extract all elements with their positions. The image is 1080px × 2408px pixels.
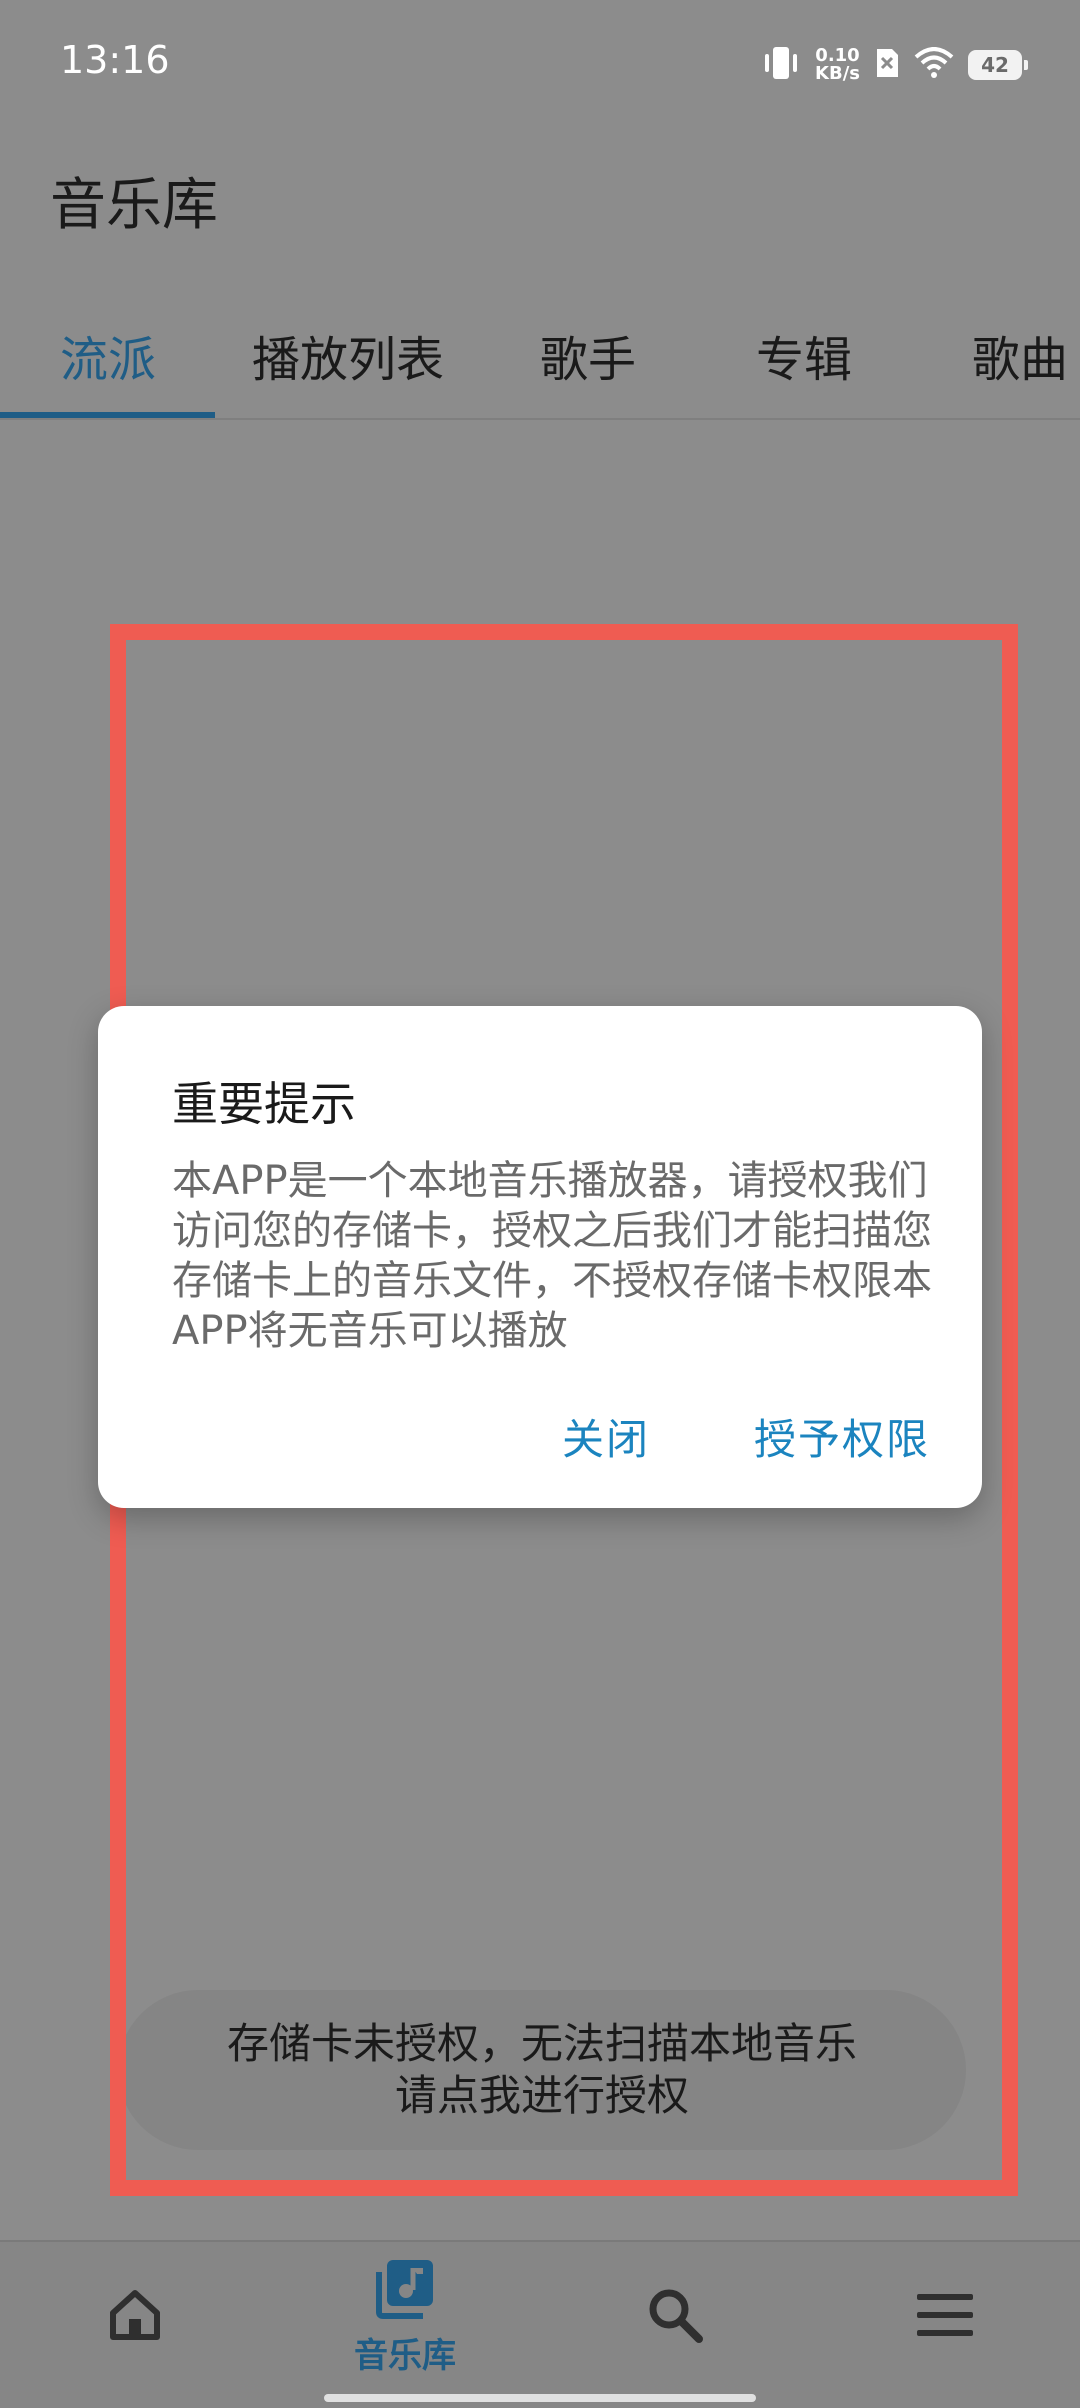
- grant-permission-button[interactable]: 授予权限: [754, 1406, 930, 1467]
- menu-icon: [915, 2292, 975, 2342]
- status-bar: 13:16 0.10 KB/s 42: [0, 0, 1080, 120]
- net-speed-unit: KB/s: [815, 63, 860, 84]
- dialog-title: 重要提示: [172, 1077, 356, 1131]
- tab-bar: 流派 播放列表 歌手 专辑 歌曲: [0, 300, 1080, 420]
- tab-genre[interactable]: 流派: [60, 320, 156, 390]
- nav-home[interactable]: [0, 2242, 270, 2392]
- search-icon: [645, 2285, 705, 2349]
- bottom-nav: 音乐库: [0, 2240, 1080, 2408]
- tab-albums[interactable]: 专辑: [756, 320, 852, 390]
- tab-artists[interactable]: 歌手: [540, 320, 636, 390]
- nav-menu[interactable]: [810, 2242, 1080, 2392]
- home-icon: [107, 2287, 163, 2347]
- page-title: 音乐库: [50, 173, 218, 238]
- music-library-icon: [373, 2258, 437, 2324]
- tab-songs[interactable]: 歌曲: [972, 320, 1068, 390]
- permission-dialog: 重要提示 本APP是一个本地音乐播放器，请授权我们访问您的存储卡，授权之后我们才…: [98, 1006, 982, 1508]
- net-speed: 0.10 KB/s: [815, 47, 860, 83]
- status-time: 13:16: [60, 38, 170, 82]
- nav-music-library-label: 音乐库: [354, 2335, 456, 2376]
- close-button[interactable]: 关闭: [562, 1406, 650, 1467]
- sim-off-icon: [874, 47, 900, 83]
- battery-icon: 42: [968, 50, 1028, 80]
- nav-search[interactable]: [540, 2242, 810, 2392]
- home-indicator[interactable]: [324, 2394, 756, 2402]
- status-icons: 0.10 KB/s 42: [761, 40, 1028, 90]
- dialog-message: 本APP是一个本地音乐播放器，请授权我们访问您的存储卡，授权之后我们才能扫描您存…: [172, 1158, 932, 1354]
- wifi-icon: [914, 47, 954, 83]
- tab-indicator: [0, 412, 215, 418]
- nav-music-library[interactable]: 音乐库: [270, 2242, 540, 2392]
- tab-playlists[interactable]: 播放列表: [252, 320, 444, 390]
- vibrate-icon: [761, 45, 801, 85]
